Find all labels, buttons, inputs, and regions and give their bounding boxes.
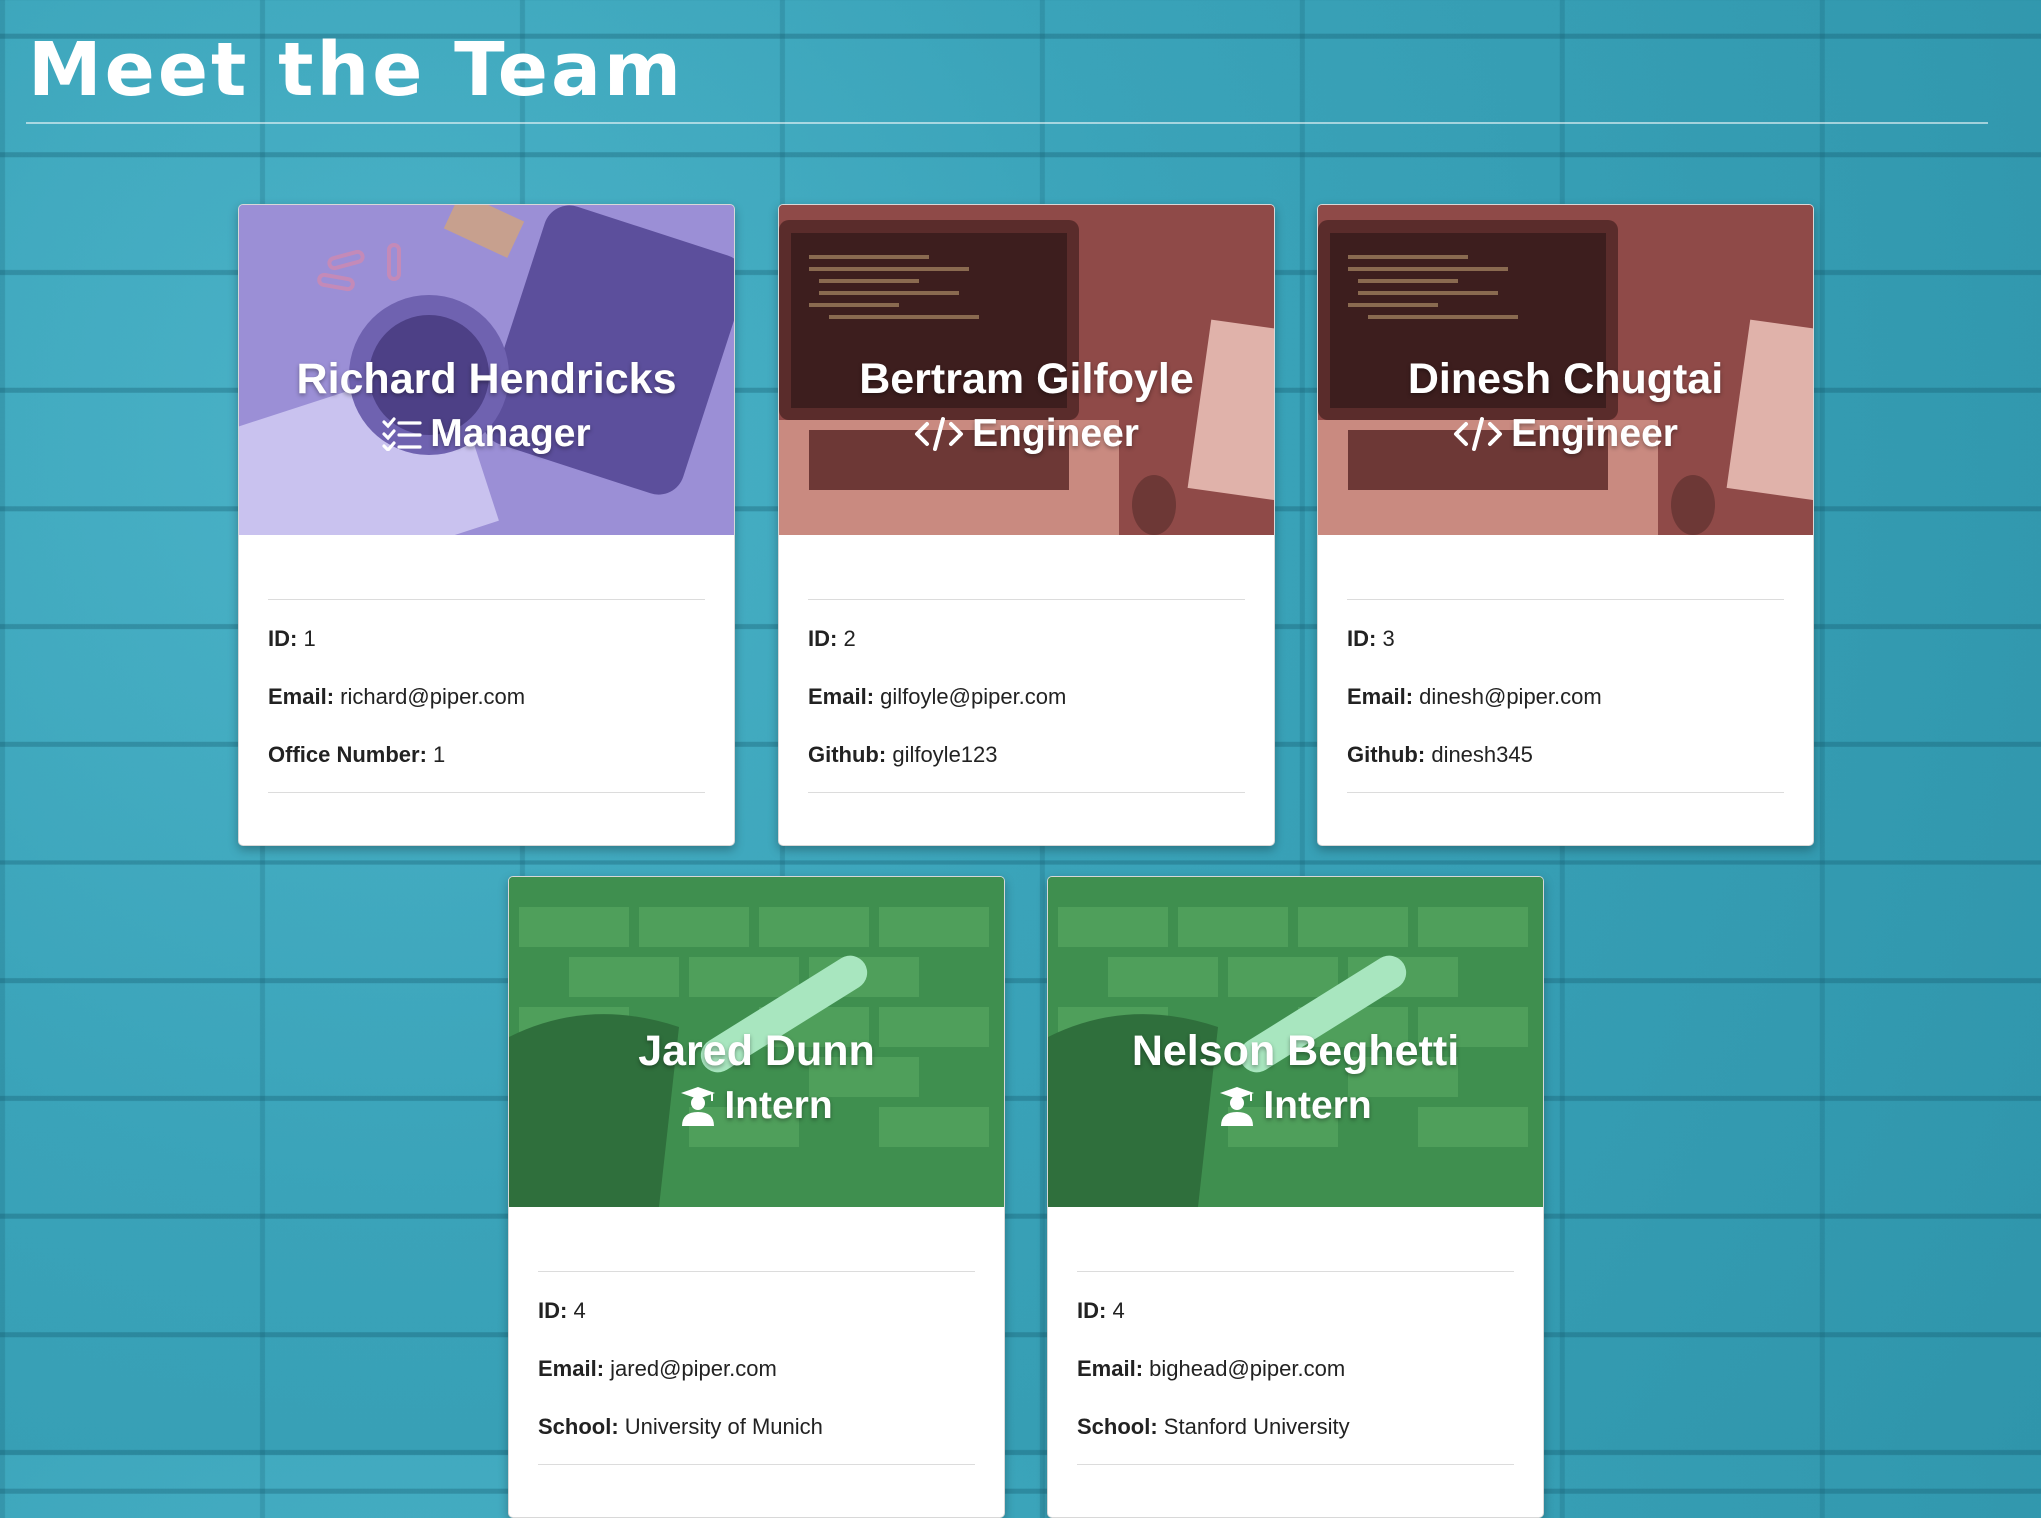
member-role-label: Intern [724, 1084, 833, 1127]
email-link[interactable]: gilfoyle@piper.com [880, 684, 1066, 709]
id-label: ID: [808, 626, 838, 651]
graduate-icon [680, 1086, 716, 1126]
team-member-card: Nelson Beghetti Intern ID: 4 Email: bigh… [1047, 876, 1544, 1518]
member-details-list: ID: 1 Email: richard@piper.com Office Nu… [268, 599, 705, 793]
graduate-icon [1219, 1086, 1255, 1126]
detail-id: ID: 2 [808, 624, 1245, 654]
detail-github: Github: gilfoyle123 [808, 740, 1245, 770]
school-value: University of Munich [624, 1414, 823, 1439]
school-value: Stanford University [1163, 1414, 1350, 1439]
id-value: 4 [573, 1298, 586, 1323]
email-label: Email: [268, 684, 335, 709]
member-role: Intern [1048, 1077, 1543, 1135]
team-member-card: Dinesh Chugtai Engineer ID: 3 Email: din… [1317, 204, 1814, 846]
member-role-label: Intern [1263, 1084, 1372, 1127]
email-label: Email: [1077, 1356, 1144, 1381]
office-value: 1 [433, 742, 446, 767]
member-role: Manager [239, 405, 734, 463]
id-label: ID: [1347, 626, 1377, 651]
email-link[interactable]: bighead@piper.com [1149, 1356, 1345, 1381]
member-name: Richard Hendricks [296, 355, 677, 403]
detail-id: ID: 3 [1347, 624, 1784, 654]
member-details-list: ID: 4 Email: bighead@piper.com School: S… [1077, 1271, 1514, 1465]
github-label: Github: [1347, 742, 1426, 767]
member-name: Dinesh Chugtai [1407, 355, 1724, 403]
id-value: 4 [1112, 1298, 1125, 1323]
member-role-label: Manager [430, 412, 591, 455]
member-details-list: ID: 2 Email: gilfoyle@piper.com Github: … [808, 599, 1245, 793]
team-member-card: Jared Dunn Intern ID: 4 Email: jared@pip… [508, 876, 1005, 1518]
id-value: 1 [303, 626, 316, 651]
title-divider [26, 122, 1988, 124]
school-label: School: [538, 1414, 619, 1439]
detail-email: Email: richard@piper.com [268, 682, 705, 712]
member-name: Bertram Gilfoyle [859, 355, 1194, 403]
email-label: Email: [538, 1356, 605, 1381]
id-label: ID: [1077, 1298, 1107, 1323]
card-body: ID: 2 Email: gilfoyle@piper.com Github: … [779, 535, 1274, 845]
detail-id: ID: 4 [538, 1296, 975, 1326]
detail-github: Github: dinesh345 [1347, 740, 1784, 770]
id-value: 3 [1382, 626, 1395, 651]
card-header: Dinesh Chugtai Engineer [1318, 205, 1813, 535]
office-label: Office Number: [268, 742, 427, 767]
member-details-list: ID: 4 Email: jared@piper.com School: Uni… [538, 1271, 975, 1465]
card-header-text: Nelson Beghetti Intern [1048, 1025, 1543, 1135]
detail-id: ID: 1 [268, 624, 705, 654]
github-link[interactable]: gilfoyle123 [892, 742, 997, 767]
detail-school: School: University of Munich [538, 1412, 975, 1442]
member-name: Nelson Beghetti [1131, 1027, 1460, 1075]
email-label: Email: [808, 684, 875, 709]
team-member-card: Richard Hendricks Manager ID: 1 Email: r… [238, 204, 735, 846]
id-label: ID: [538, 1298, 568, 1323]
code-icon [1453, 416, 1503, 452]
card-header-text: Bertram Gilfoyle Engineer [779, 353, 1274, 463]
card-body: ID: 4 Email: bighead@piper.com School: S… [1048, 1207, 1543, 1517]
member-role: Engineer [1318, 405, 1813, 463]
member-role-label: Engineer [972, 412, 1139, 455]
member-role-label: Engineer [1511, 412, 1678, 455]
member-name: Jared Dunn [638, 1027, 875, 1075]
card-header: Nelson Beghetti Intern [1048, 877, 1543, 1207]
member-role: Intern [509, 1077, 1004, 1135]
detail-email: Email: jared@piper.com [538, 1354, 975, 1384]
card-header: Jared Dunn Intern [509, 877, 1004, 1207]
email-link[interactable]: richard@piper.com [340, 684, 525, 709]
school-label: School: [1077, 1414, 1158, 1439]
detail-email: Email: dinesh@piper.com [1347, 682, 1784, 712]
detail-id: ID: 4 [1077, 1296, 1514, 1326]
card-body: ID: 3 Email: dinesh@piper.com Github: di… [1318, 535, 1813, 845]
detail-email: Email: gilfoyle@piper.com [808, 682, 1245, 712]
card-body: ID: 4 Email: jared@piper.com School: Uni… [509, 1207, 1004, 1517]
email-link[interactable]: jared@piper.com [610, 1356, 777, 1381]
id-label: ID: [268, 626, 298, 651]
card-header-text: Richard Hendricks Manager [239, 353, 734, 463]
email-link[interactable]: dinesh@piper.com [1419, 684, 1602, 709]
card-header: Bertram Gilfoyle Engineer [779, 205, 1274, 535]
card-body: ID: 1 Email: richard@piper.com Office Nu… [239, 535, 734, 845]
card-header: Richard Hendricks Manager [239, 205, 734, 535]
page-title: Meet the Team [28, 27, 685, 113]
team-member-card: Bertram Gilfoyle Engineer ID: 2 Email: g… [778, 204, 1275, 846]
detail-email: Email: bighead@piper.com [1077, 1354, 1514, 1384]
card-header-text: Dinesh Chugtai Engineer [1318, 353, 1813, 463]
email-label: Email: [1347, 684, 1414, 709]
github-link[interactable]: dinesh345 [1431, 742, 1533, 767]
member-role: Engineer [779, 405, 1274, 463]
detail-school: School: Stanford University [1077, 1412, 1514, 1442]
card-header-text: Jared Dunn Intern [509, 1025, 1004, 1135]
id-value: 2 [843, 626, 856, 651]
member-details-list: ID: 3 Email: dinesh@piper.com Github: di… [1347, 599, 1784, 793]
github-label: Github: [808, 742, 887, 767]
detail-office-number: Office Number: 1 [268, 740, 705, 770]
code-icon [914, 416, 964, 452]
checklist-icon [382, 417, 422, 451]
